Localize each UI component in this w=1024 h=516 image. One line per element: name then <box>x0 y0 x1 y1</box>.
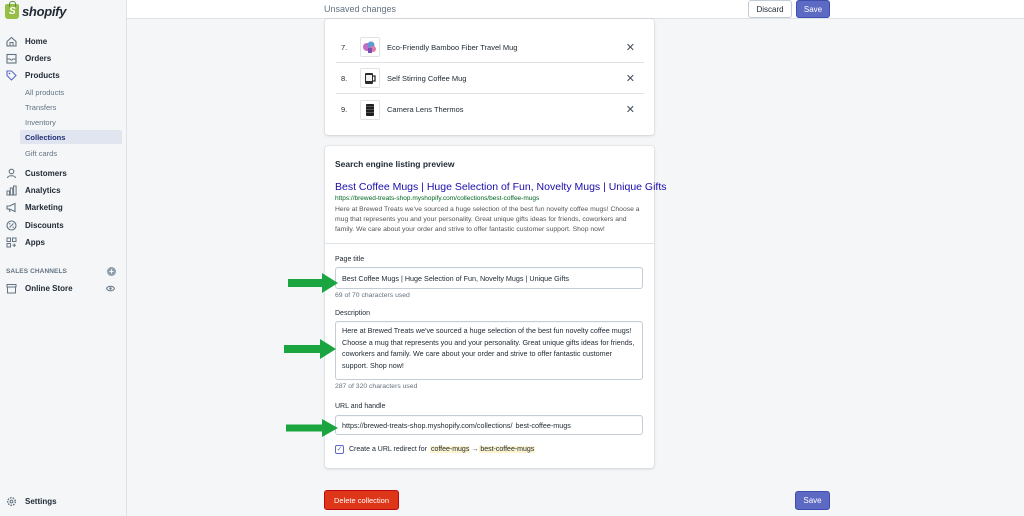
sidebar-item-settings[interactable]: Settings <box>0 493 127 509</box>
sidebar-item-customers[interactable]: Customers <box>0 165 127 181</box>
sidebar-item-label: Discounts <box>25 220 64 230</box>
orders-icon <box>6 53 17 64</box>
product-name[interactable]: Self Stirring Coffee Mug <box>387 74 466 83</box>
delete-collection-button[interactable]: Delete collection <box>324 490 399 510</box>
sidebar-item-label: Online Store <box>25 283 73 293</box>
seo-preview-description: Here at Brewed Treats we've sourced a hu… <box>335 206 640 233</box>
remove-product-icon[interactable]: ✕ <box>626 72 635 85</box>
product-row[interactable]: 9. Camera Lens Thermos ✕ <box>336 94 644 125</box>
sidebar-item-label: Orders <box>25 53 52 63</box>
eye-icon[interactable] <box>105 284 116 293</box>
sales-channels-header: SALES CHANNELS + <box>6 266 116 276</box>
product-index: 9. <box>341 105 348 114</box>
remove-product-icon[interactable]: ✕ <box>626 103 635 116</box>
sidebar-item-marketing[interactable]: Marketing <box>0 199 127 215</box>
product-name[interactable]: Eco-Friendly Bamboo Fiber Travel Mug <box>387 43 517 52</box>
discard-button[interactable]: Discard <box>748 0 792 18</box>
tag-icon <box>6 69 17 81</box>
sidebar-sub-label: Transfers <box>25 102 57 112</box>
sidebar-item-label: Apps <box>25 237 45 247</box>
sidebar-sub-all-products[interactable]: All products <box>0 85 127 99</box>
seo-heading: Search engine listing preview <box>335 159 455 169</box>
sidebar-item-label: Marketing <box>25 202 63 212</box>
sidebar-item-online-store[interactable]: Online Store <box>0 280 127 296</box>
unsaved-changes-bar: Unsaved changes Discard Save <box>127 0 1024 19</box>
analytics-icon <box>6 185 17 196</box>
description-textarea[interactable]: Here at Brewed Treats we've sourced a hu… <box>335 321 643 380</box>
product-thumbnail <box>360 99 380 120</box>
annotation-arrow-description <box>284 339 336 359</box>
store-icon <box>6 283 17 294</box>
sidebar-item-analytics[interactable]: Analytics <box>0 182 127 198</box>
page-title-count: 69 of 70 characters used <box>335 292 410 299</box>
home-icon <box>6 36 17 47</box>
redirect-text: Create a URL redirect for <box>349 446 427 453</box>
sidebar-item-label: Home <box>25 36 48 46</box>
redirect-to: best-coffee-mugs <box>479 446 536 453</box>
sidebar-sub-label: Gift cards <box>25 148 58 158</box>
sidebar-item-label: Products <box>25 70 60 80</box>
divider <box>325 243 654 244</box>
description-label: Description <box>335 310 371 317</box>
description-count: 287 of 320 characters used <box>335 383 418 390</box>
sidebar-sub-gift-cards[interactable]: Gift cards <box>0 146 127 160</box>
sidebar-sub-inventory[interactable]: Inventory <box>0 115 127 129</box>
product-thumbnail <box>360 68 380 88</box>
unsaved-changes-text: Unsaved changes <box>324 4 397 14</box>
sidebar-sub-transfers[interactable]: Transfers <box>0 100 127 114</box>
collection-products-card: 7. Eco-Friendly Bamboo Fiber Travel Mug … <box>325 19 654 135</box>
discounts-icon <box>6 219 17 231</box>
product-index: 7. <box>341 42 348 52</box>
product-row[interactable]: 8. Self Stirring Coffee Mug ✕ <box>336 63 644 94</box>
page-title-input[interactable]: Best Coffee Mugs | Huge Selection of Fun… <box>335 267 643 289</box>
sidebar-item-label: Settings <box>25 496 57 506</box>
seo-preview-title: Best Coffee Mugs | Huge Selection of Fun… <box>335 181 667 193</box>
apps-icon <box>6 237 17 248</box>
sidebar-sub-collections[interactable]: Collections <box>20 130 122 144</box>
redirect-checkbox[interactable]: ✓ <box>335 445 344 454</box>
sidebar-item-label: Customers <box>25 168 67 178</box>
save-button-bottom[interactable]: Save <box>795 491 830 510</box>
add-channel-icon[interactable]: + <box>107 266 116 276</box>
sidebar-item-apps[interactable]: Apps <box>0 234 127 250</box>
sidebar-item-products[interactable]: Products <box>0 67 127 83</box>
sidebar-item-home[interactable]: Home <box>0 33 127 49</box>
url-handle-input[interactable]: https://brewed-treats-shop.myshopify.com… <box>335 415 643 435</box>
sidebar-item-discounts[interactable]: Discounts <box>0 217 127 233</box>
page-title-label: Page title <box>335 256 365 263</box>
url-handle-value[interactable]: best-coffee-mugs <box>515 420 570 430</box>
sidebar-sub-label: All products <box>25 87 65 97</box>
redirect-arrow: → <box>471 446 479 453</box>
megaphone-icon <box>6 202 17 213</box>
sidebar-item-orders[interactable]: Orders <box>0 50 127 66</box>
annotation-arrow-page-title <box>288 273 338 293</box>
save-button[interactable]: Save <box>796 0 830 18</box>
url-handle-label: URL and handle <box>335 403 386 410</box>
product-index: 8. <box>341 73 348 83</box>
product-name[interactable]: Camera Lens Thermos <box>387 105 464 114</box>
url-prefix: https://brewed-treats-shop.myshopify.com… <box>342 421 513 430</box>
seo-card: Search engine listing preview Best Coffe… <box>325 146 667 468</box>
sidebar-sub-label: Collections <box>25 132 66 142</box>
shopify-bag-icon: S <box>5 0 19 19</box>
remove-product-icon[interactable]: ✕ <box>626 41 635 54</box>
sidebar-item-label: Analytics <box>25 185 61 195</box>
shopify-logo[interactable]: S shopify <box>5 0 67 19</box>
sales-channels-label: SALES CHANNELS <box>6 267 67 275</box>
product-row[interactable]: 7. Eco-Friendly Bamboo Fiber Travel Mug … <box>336 32 644 63</box>
gear-icon <box>6 496 17 507</box>
sidebar: S shopify Home Orders Products All produ… <box>0 0 127 516</box>
redirect-from: coffee-mugs <box>429 446 471 453</box>
annotation-arrow-url <box>286 419 338 437</box>
logo-letter: S <box>9 5 16 17</box>
seo-preview-url: https://brewed-treats-shop.myshopify.com… <box>335 195 540 202</box>
sidebar-sub-label: Inventory <box>25 117 56 127</box>
product-thumbnail <box>360 37 380 57</box>
customers-icon <box>6 168 17 179</box>
url-redirect-option[interactable]: ✓ Create a URL redirect for coffee-mugs … <box>335 445 536 454</box>
logo-text: shopify <box>22 3 67 19</box>
